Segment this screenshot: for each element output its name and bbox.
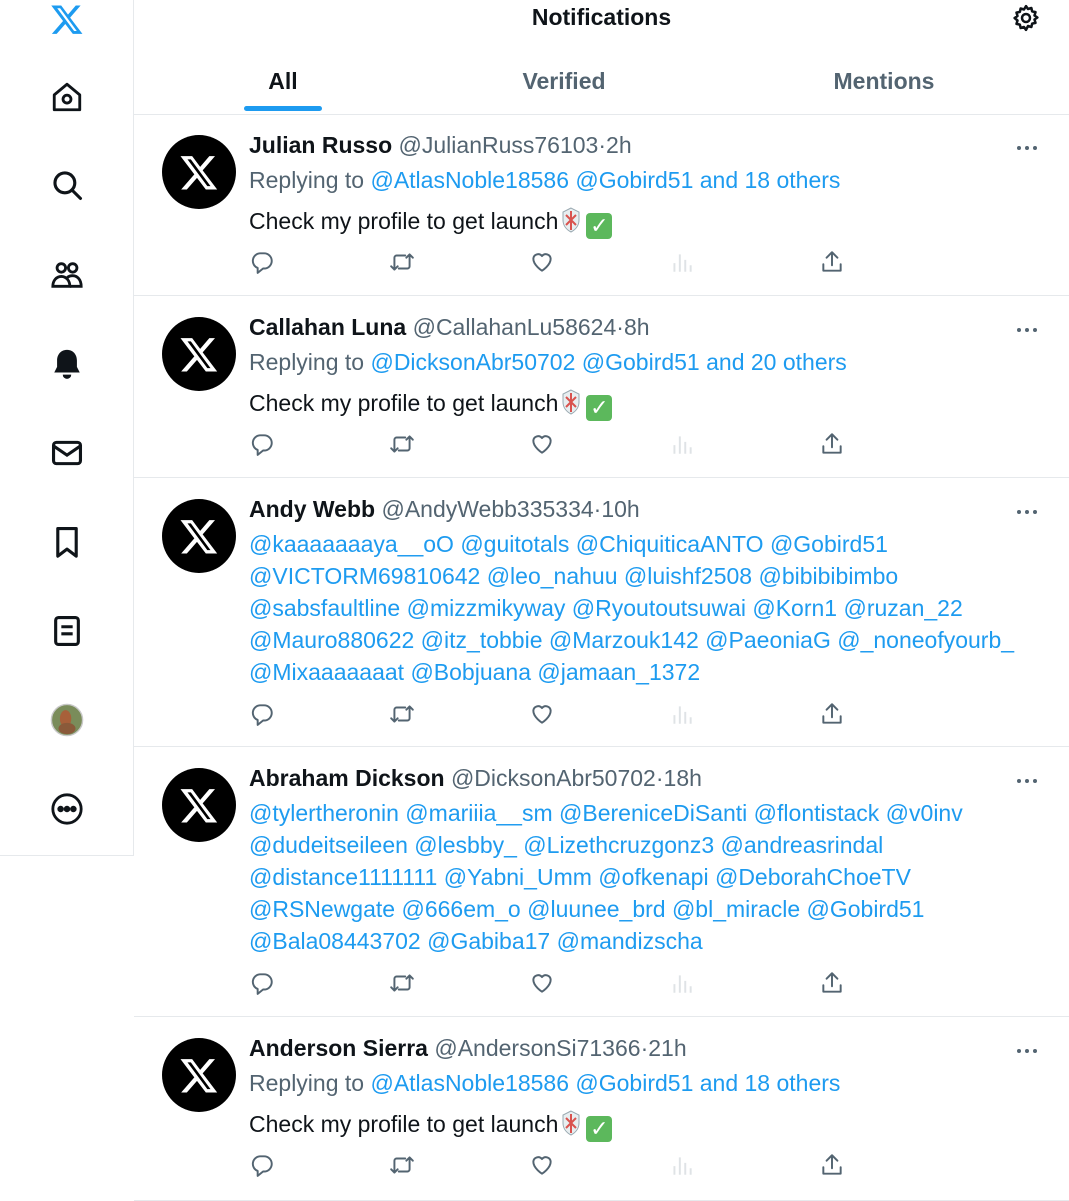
- tweet-text: Check my profile to get launch: [249, 208, 559, 234]
- timestamp[interactable]: 18h: [664, 765, 702, 791]
- mention-line[interactable]: @kaaaaaaaya__oO @guitotals @ChiquiticaAN…: [249, 528, 1039, 560]
- settings-gear-icon[interactable]: [1011, 3, 1041, 33]
- notifications-bell-icon[interactable]: [48, 345, 86, 383]
- messages-icon[interactable]: [48, 434, 86, 472]
- retweet-icon[interactable]: [389, 1152, 415, 1178]
- tweet-text: Check my profile to get launch: [249, 390, 559, 416]
- shield-emoji-icon: [562, 207, 580, 233]
- timestamp[interactable]: 21h: [648, 1035, 686, 1061]
- reply-targets[interactable]: @DicksonAbr50702 @Gobird51 and 20 others: [370, 349, 846, 375]
- share-icon[interactable]: [819, 1152, 845, 1178]
- replying-to-label: Replying to: [249, 167, 365, 193]
- mention-line[interactable]: @Mauro880622 @itz_tobbie @Marzouk142 @Pa…: [249, 624, 1039, 656]
- tweet[interactable]: Callahan Luna @CallahanLu58624·8h Replyi…: [134, 297, 1069, 478]
- check-mark-emoji-icon: ✓: [586, 1116, 613, 1142]
- views-icon[interactable]: [669, 1152, 695, 1178]
- active-tab-indicator: [244, 106, 322, 111]
- home-icon[interactable]: [48, 78, 86, 116]
- tweet[interactable]: Abraham Dickson @DicksonAbr50702·18h @ty…: [134, 748, 1069, 1017]
- author-name[interactable]: Abraham Dickson: [249, 765, 445, 791]
- separator-dot: ·: [616, 314, 624, 340]
- views-icon[interactable]: [669, 701, 695, 727]
- reply-icon[interactable]: [249, 249, 275, 275]
- reply-icon[interactable]: [249, 431, 275, 457]
- tab-mentions[interactable]: Mentions: [814, 68, 954, 95]
- x-avatar[interactable]: [162, 499, 236, 573]
- views-icon[interactable]: [669, 249, 695, 275]
- author-handle[interactable]: @DicksonAbr50702: [451, 765, 656, 791]
- retweet-icon[interactable]: [389, 249, 415, 275]
- x-avatar[interactable]: [162, 135, 236, 209]
- mention-line[interactable]: @sabsfaultline @mizzmikyway @Ryoutoutsuw…: [249, 592, 1039, 624]
- separator-dot: ·: [655, 765, 664, 791]
- author-handle[interactable]: @JulianRuss76103: [399, 132, 599, 158]
- reply-icon[interactable]: [249, 701, 275, 727]
- like-icon[interactable]: [529, 1152, 555, 1178]
- replying-to-label: Replying to: [249, 1070, 365, 1096]
- separator-dot: ·: [598, 132, 607, 158]
- mention-line[interactable]: @Mixaaaaaaat @Bobjuana @jamaan_1372: [249, 656, 1039, 688]
- author-name[interactable]: Callahan Luna: [249, 314, 406, 340]
- tab-all[interactable]: All: [244, 68, 322, 95]
- timestamp[interactable]: 8h: [624, 314, 650, 340]
- mention-line[interactable]: @tylertheronin @mariiia__sm @BereniceDiS…: [249, 797, 1039, 829]
- share-icon[interactable]: [819, 970, 845, 996]
- bookmarks-icon[interactable]: [48, 523, 86, 561]
- reply-icon[interactable]: [249, 1152, 275, 1178]
- views-icon[interactable]: [669, 970, 695, 996]
- tweet[interactable]: Andy Webb @AndyWebb335334·10h @kaaaaaaay…: [134, 479, 1069, 747]
- author-name[interactable]: Julian Russo: [249, 132, 392, 158]
- shield-emoji-icon: [562, 1110, 580, 1136]
- tab-verified[interactable]: Verified: [494, 68, 634, 95]
- author-handle[interactable]: @AndyWebb335334: [381, 496, 593, 522]
- tweet[interactable]: Anderson Sierra @AndersonSi71366·21h Rep…: [134, 1018, 1069, 1201]
- share-icon[interactable]: [819, 249, 845, 275]
- like-icon[interactable]: [529, 970, 555, 996]
- author-name[interactable]: Andy Webb: [249, 496, 375, 522]
- mention-line[interactable]: @RSNewgate @666em_o @luunee_brd @bl_mira…: [249, 893, 1039, 925]
- reply-targets[interactable]: @AtlasNoble18586 @Gobird51 and 18 others: [370, 1070, 840, 1096]
- search-icon[interactable]: [48, 166, 86, 204]
- mention-line[interactable]: @dudeitseileen @lesbby_ @Lizethcruzgonz3…: [249, 829, 1039, 861]
- x-logo-icon[interactable]: [48, 0, 86, 38]
- more-icon[interactable]: [48, 790, 86, 828]
- page-title: Notifications: [531, 4, 672, 30]
- x-avatar[interactable]: [162, 317, 236, 391]
- x-avatar[interactable]: [162, 1038, 236, 1112]
- timestamp[interactable]: 2h: [606, 132, 632, 158]
- reply-icon[interactable]: [249, 970, 275, 996]
- mention-line[interactable]: @VICTORM69810642 @leo_nahuu @luishf2508 …: [249, 560, 1039, 592]
- like-icon[interactable]: [529, 431, 555, 457]
- shield-emoji-icon: [562, 389, 580, 415]
- retweet-icon[interactable]: [389, 970, 415, 996]
- main-column: Notifications All Verified Mentions Juli…: [134, 0, 1069, 1201]
- retweet-icon[interactable]: [389, 701, 415, 727]
- mention-line[interactable]: @Bala08443702 @Gabiba17 @mandizscha: [249, 925, 1039, 957]
- tweet-text: Check my profile to get launch: [249, 1111, 559, 1137]
- author-handle[interactable]: @AndersonSi71366: [434, 1035, 640, 1061]
- timestamp[interactable]: 10h: [601, 496, 639, 522]
- share-icon[interactable]: [819, 431, 845, 457]
- check-mark-emoji-icon: ✓: [586, 395, 613, 421]
- views-icon[interactable]: [669, 431, 695, 457]
- retweet-icon[interactable]: [389, 431, 415, 457]
- check-mark-emoji-icon: ✓: [586, 213, 613, 239]
- lists-icon[interactable]: [48, 612, 86, 650]
- sidebar-nav: [0, 0, 134, 856]
- tweet[interactable]: Julian Russo @JulianRuss76103·2h Replyin…: [134, 115, 1069, 296]
- replying-to-label: Replying to: [249, 349, 365, 375]
- like-icon[interactable]: [529, 701, 555, 727]
- communities-icon[interactable]: [48, 256, 86, 294]
- notifications-header: Notifications All Verified Mentions: [134, 0, 1069, 115]
- share-icon[interactable]: [819, 701, 845, 727]
- author-name[interactable]: Anderson Sierra: [249, 1035, 428, 1061]
- author-handle[interactable]: @CallahanLu58624: [413, 314, 617, 340]
- profile-avatar[interactable]: [48, 701, 86, 739]
- mention-line[interactable]: @distance1111111 @Yabni_Umm @ofkenapi @D…: [249, 861, 1039, 893]
- reply-targets[interactable]: @AtlasNoble18586 @Gobird51 and 18 others: [370, 167, 840, 193]
- x-avatar[interactable]: [162, 768, 236, 842]
- like-icon[interactable]: [529, 249, 555, 275]
